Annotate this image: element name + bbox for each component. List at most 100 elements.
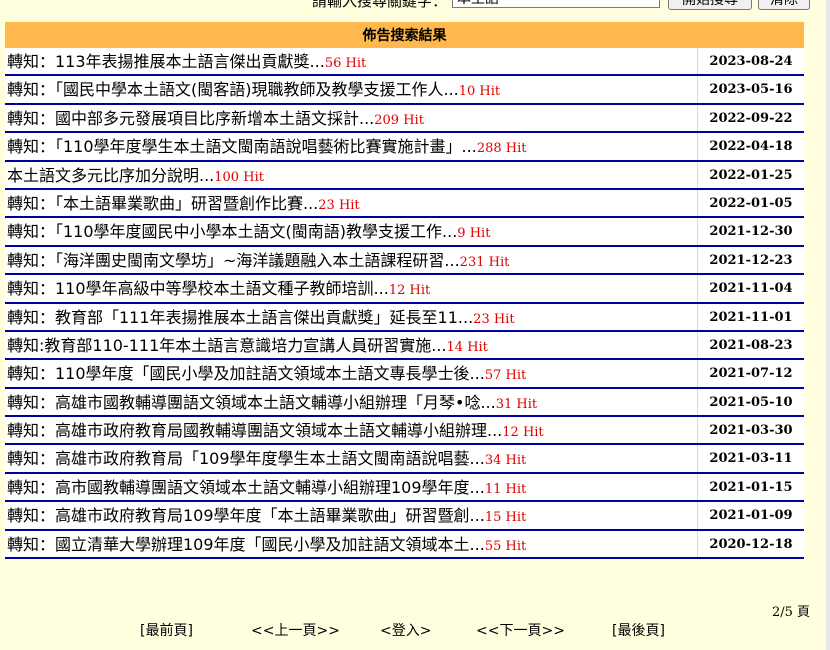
result-title-link[interactable]: 轉知：「本土語畢業歌曲」研習暨創作比賽...23 Hit bbox=[5, 189, 698, 217]
result-title: 轉知：113年表揚推展本土語言傑出貢獻獎... bbox=[7, 52, 325, 71]
result-date: 2021-05-10 bbox=[709, 394, 793, 410]
hit-count: 231 Hit bbox=[459, 254, 510, 270]
result-title-link[interactable]: 轉知：高雄市政府教育局109學年度「本土語畢業歌曲」研習暨創...15 Hit bbox=[5, 502, 698, 529]
results-header: 佈告搜索結果 bbox=[5, 22, 804, 48]
result-date: 2021-11-04 bbox=[709, 281, 793, 297]
result-title-link[interactable]: 轉知：教育部「111年表揚推展本土語言傑出貢獻獎」延長至11...23 Hit bbox=[5, 303, 698, 330]
result-title: 轉知:教育部110-111年本土語言意識培力宣講人員研習實施... bbox=[7, 335, 447, 355]
result-title-link[interactable]: 轉知：高雄市政府教育局國教輔導團語文領域本土語文輔導小組辦理...12 Hit bbox=[5, 417, 698, 444]
result-date: 2021-08-23 bbox=[709, 337, 793, 353]
hit-count: 23 Hit bbox=[318, 197, 360, 213]
result-title-link[interactable]: 轉知：110學年高級中等學校本土語文種子教師培訓...12 Hit bbox=[5, 275, 698, 302]
result-title: 轉知：國立清華大學辦理109年度「國民小學及加註語文領域本土... bbox=[7, 534, 485, 554]
result-row: 轉知：「110學年度學生本土語文閩南語說唱藝術比賽實施計畫」...288 Hit… bbox=[5, 133, 804, 162]
pagination: [最前頁] <<上一頁>> <登入> <<下一頁>> [最後頁] bbox=[0, 620, 830, 640]
result-row: 本土語文多元比序加分說明...100 Hit 2022-01-25 bbox=[5, 161, 804, 190]
hit-count: 100 Hit bbox=[214, 169, 264, 185]
hit-count: 57 Hit bbox=[484, 368, 527, 384]
result-row: 轉知：110學年度「國民小學及加註語文領域本土語文專長學士後...57 Hit 2… bbox=[5, 360, 804, 389]
result-row: 轉知：「海洋團史閩南文學坊」~海洋議題融入本土語課程研習...231 Hit 20… bbox=[5, 246, 804, 276]
result-title-link[interactable]: 轉知：「110學年度學生本土語文閩南語說唱藝術比賽實施計畫」...288 Hit bbox=[5, 133, 698, 160]
hit-count: 209 Hit bbox=[374, 112, 424, 128]
result-title-link[interactable]: 轉知：「海洋團史閩南文學坊」~海洋議題融入本土語課程研習...231 Hit bbox=[5, 246, 698, 274]
result-date: 2023-08-24 bbox=[709, 54, 793, 69]
result-date: 2021-11-01 bbox=[709, 309, 793, 325]
result-date: 2022-01-25 bbox=[709, 167, 793, 183]
hit-count: 11 Hit bbox=[484, 481, 527, 497]
hit-count: 31 Hit bbox=[495, 396, 538, 412]
clear-button[interactable]: 清除 bbox=[758, 0, 810, 10]
result-row: 轉知：高市國教輔導團語文領域本土語文輔導小組辦理109學年度...11 Hit 2… bbox=[5, 473, 804, 503]
hit-count: 15 Hit bbox=[484, 510, 527, 526]
results-header-title: 佈告搜索結果 bbox=[362, 28, 447, 44]
result-date: 2021-01-15 bbox=[709, 479, 793, 495]
result-title-link[interactable]: 轉知：「110學年度國民中小學本土語文(閩南語)教學支援工作...9 Hit bbox=[5, 218, 698, 245]
hit-count: 14 Hit bbox=[446, 339, 488, 355]
prev-page-link[interactable]: <<上一頁>> bbox=[251, 620, 340, 640]
result-date: 2021-03-11 bbox=[709, 451, 793, 467]
result-title-link[interactable]: 轉知：國立清華大學辦理109年度「國民小學及加註語文領域本土...55 Hit bbox=[5, 530, 698, 558]
search-bar: 請輸入搜尋關鍵字： 開始搜尋 清除 bbox=[0, 0, 830, 12]
result-title: 轉知：高雄市國教輔導團語文領域本土語文輔導小組辦理「月琴•唸... bbox=[7, 392, 496, 412]
hit-count: 9 Hit bbox=[457, 226, 491, 242]
result-date: 2021-01-09 bbox=[709, 508, 793, 524]
scrollbar[interactable] bbox=[826, 0, 830, 650]
result-date: 2023-05-16 bbox=[709, 82, 793, 98]
hit-count: 12 Hit bbox=[502, 425, 544, 441]
result-title: 轉知：高市國教輔導團語文領域本土語文輔導小組辦理109學年度... bbox=[7, 477, 485, 497]
result-row: 轉知：高雄市政府教育局國教輔導團語文領域本土語文輔導小組辦理...12 Hit 2… bbox=[5, 417, 804, 446]
result-row: 轉知：「110學年度國民中小學本土語文(閩南語)教學支援工作...9 Hit 20… bbox=[5, 218, 804, 247]
result-date: 2021-07-12 bbox=[709, 366, 793, 382]
result-title-link[interactable]: 轉知：高市國教輔導團語文領域本土語文輔導小組辦理109學年度...11 Hit bbox=[5, 473, 698, 501]
hit-count: 34 Hit bbox=[484, 453, 527, 469]
result-title: 轉知：110學年高級中等學校本土語文種子教師培訓... bbox=[7, 279, 389, 299]
result-date: 2022-09-22 bbox=[709, 110, 793, 126]
search-prompt: 請輸入搜尋關鍵字： bbox=[312, 0, 448, 10]
hit-count: 12 Hit bbox=[388, 283, 431, 299]
result-title-link[interactable]: 轉知:教育部110-111年本土語言意識培力宣講人員研習實施...14 Hit bbox=[5, 331, 698, 359]
result-title-link[interactable]: 本土語文多元比序加分說明...100 Hit bbox=[5, 161, 698, 188]
result-row: 轉知：教育部「111年表揚推展本土語言傑出貢獻獎」延長至11...23 Hit 2… bbox=[5, 303, 804, 332]
result-title: 轉知：國中部多元發展項目比序新增本土語文採計... bbox=[7, 108, 375, 128]
result-row: 轉知：「本土語畢業歌曲」研習暨創作比賽...23 Hit 2022-01-05 bbox=[5, 189, 804, 219]
result-title-link[interactable]: 轉知：113年表揚推展本土語言傑出貢獻獎...56 Hit bbox=[5, 48, 698, 75]
results-list: 轉知：113年表揚推展本土語言傑出貢獻獎...56 Hit 2023-08-24 轉… bbox=[5, 48, 804, 560]
result-title: 轉知：高雄市政府教育局國教輔導團語文領域本土語文輔導小組辦理... bbox=[7, 421, 503, 441]
hit-count: 56 Hit bbox=[324, 56, 367, 71]
result-title-link[interactable]: 轉知：高雄市國教輔導團語文領域本土語文輔導小組辦理「月琴•唸...31 Hit bbox=[5, 388, 698, 416]
first-page-link[interactable]: [最前頁] bbox=[140, 620, 193, 640]
result-title-link[interactable]: 轉知：國中部多元發展項目比序新增本土語文採計...209 Hit bbox=[5, 104, 698, 132]
result-row: 轉知：國立清華大學辦理109年度「國民小學及加註語文領域本土...55 Hit 2… bbox=[5, 530, 804, 560]
result-title-link[interactable]: 轉知：高雄市政府教育局「109學年度學生本土語文閩南語說唱藝...34 Hit bbox=[5, 445, 698, 472]
hit-count: 10 Hit bbox=[458, 84, 501, 100]
result-title: 轉知：高雄市政府教育局109學年度「本土語畢業歌曲」研習暨創... bbox=[7, 506, 485, 526]
next-page-link[interactable]: <<下一頁>> bbox=[476, 620, 565, 640]
result-title: 轉知：高雄市政府教育局「109學年度學生本土語文閩南語說唱藝... bbox=[7, 449, 485, 469]
hit-count: 23 Hit bbox=[473, 311, 515, 327]
result-title: 本土語文多元比序加分說明... bbox=[7, 165, 215, 185]
result-title: 轉知：教育部「111年表揚推展本土語言傑出貢獻獎」延長至11... bbox=[7, 307, 474, 327]
last-page-link[interactable]: [最後頁] bbox=[612, 620, 665, 640]
result-date: 2020-12-18 bbox=[709, 536, 793, 552]
result-title: 轉知：「110學年度國民中小學本土語文(閩南語)教學支援工作... bbox=[7, 222, 458, 242]
search-button[interactable]: 開始搜尋 bbox=[668, 0, 752, 10]
result-date: 2021-12-23 bbox=[709, 252, 793, 268]
result-row: 轉知：「國民中學本土語文(閩客語)現職教師及教學支援工作人...10 Hit 20… bbox=[5, 76, 804, 105]
hit-count: 288 Hit bbox=[476, 141, 527, 157]
result-date: 2021-12-30 bbox=[709, 224, 793, 240]
result-title: 轉知：「國民中學本土語文(閩客語)現職教師及教學支援工作人... bbox=[7, 80, 459, 100]
result-row: 轉知:教育部110-111年本土語言意識培力宣講人員研習實施...14 Hit 2… bbox=[5, 331, 804, 361]
result-row: 轉知：113年表揚推展本土語言傑出貢獻獎...56 Hit 2023-08-24 bbox=[5, 48, 804, 77]
result-title-link[interactable]: 轉知：110學年度「國民小學及加註語文領域本土語文專長學士後...57 Hit bbox=[5, 360, 698, 387]
result-title: 轉知：「本土語畢業歌曲」研習暨創作比賽... bbox=[7, 193, 319, 213]
page-info: 2/5 頁 bbox=[771, 605, 810, 620]
hit-count: 55 Hit bbox=[484, 538, 527, 554]
login-link[interactable]: <登入> bbox=[380, 620, 431, 640]
result-title-link[interactable]: 轉知：「國民中學本土語文(閩客語)現職教師及教學支援工作人...10 Hit bbox=[5, 76, 698, 103]
result-title: 轉知：「110學年度學生本土語文閩南語說唱藝術比賽實施計畫」... bbox=[7, 137, 477, 157]
search-input[interactable] bbox=[452, 0, 660, 8]
result-row: 轉知：110學年高級中等學校本土語文種子教師培訓...12 Hit 2021-11… bbox=[5, 275, 804, 304]
result-date: 2022-04-18 bbox=[709, 139, 793, 155]
result-date: 2022-01-05 bbox=[709, 195, 793, 211]
result-title: 轉知：110學年度「國民小學及加註語文領域本土語文專長學士後... bbox=[7, 364, 485, 384]
